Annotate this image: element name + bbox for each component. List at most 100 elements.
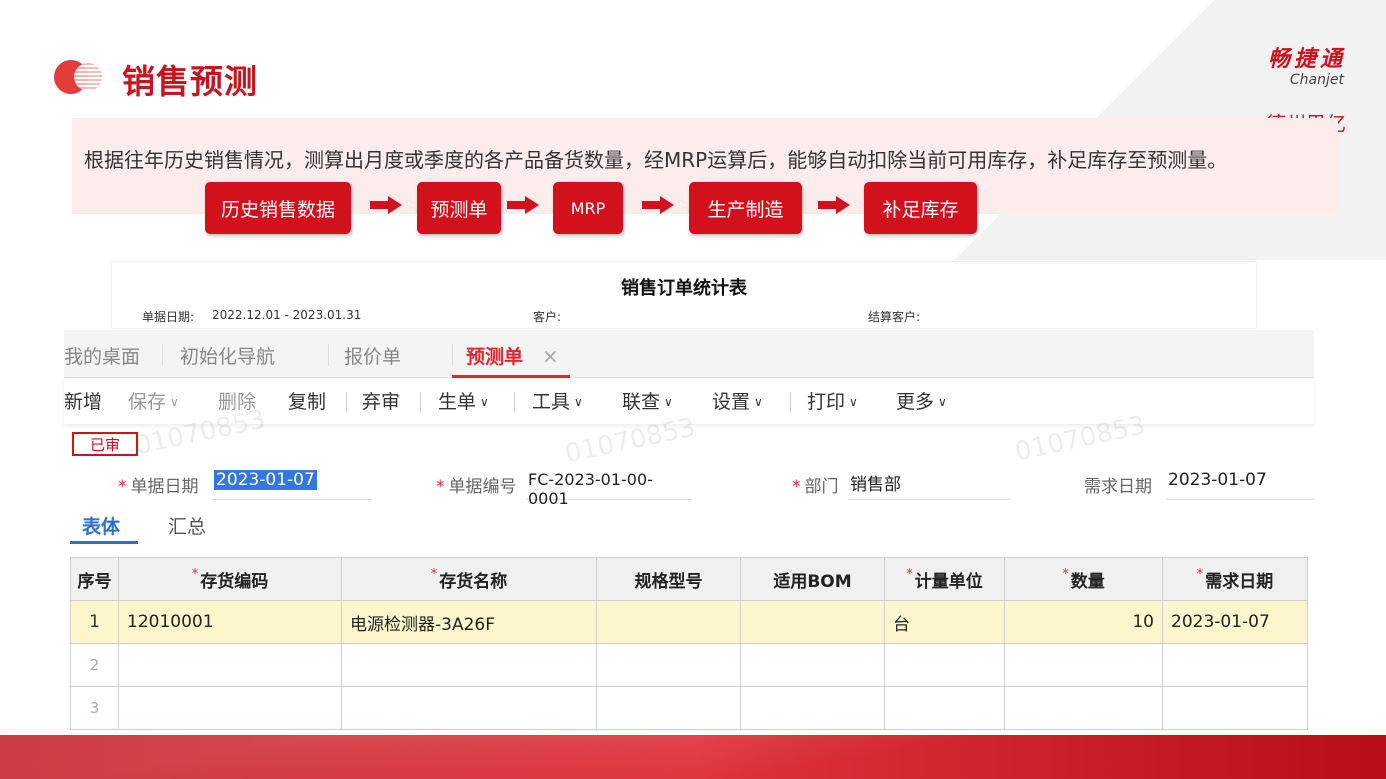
table-row[interactable]: 2 — [70, 643, 1308, 687]
cell-name[interactable] — [341, 643, 597, 687]
tab-divider — [328, 344, 329, 366]
cell-unit[interactable] — [884, 686, 1005, 730]
report-settle-customer-label: 结算客户: — [868, 310, 921, 324]
cell-qty[interactable] — [1004, 643, 1163, 687]
cell-code[interactable] — [118, 686, 342, 730]
cell-spec[interactable] — [596, 686, 741, 730]
column-header: 规格型号 — [596, 557, 741, 601]
chevron-down-icon: ∨ — [938, 395, 947, 409]
column-header: * 计量单位 — [884, 557, 1005, 601]
table-row[interactable]: 3 — [70, 686, 1308, 730]
cell-name[interactable]: 电源检测器-3A26F — [341, 600, 597, 644]
column-header: * 数量 — [1004, 557, 1163, 601]
doc-no-label-text: 单据编号 — [448, 477, 517, 497]
cell-code[interactable] — [118, 643, 342, 687]
cell-name[interactable] — [341, 686, 597, 730]
cell-qty[interactable] — [1004, 686, 1163, 730]
cell-spec[interactable] — [596, 643, 741, 687]
subtab-summary[interactable]: 汇总 — [168, 512, 206, 539]
column-header-text: 存货名称 — [439, 571, 508, 592]
toolbar-divider — [346, 392, 347, 412]
new-button[interactable]: 新增 — [64, 387, 102, 414]
cell-unit[interactable]: 台 — [884, 600, 1005, 644]
row-number: 3 — [70, 686, 119, 730]
column-header: * 存货编码 — [118, 557, 342, 601]
cell-code[interactable]: 12010001 — [118, 600, 342, 644]
dept-field[interactable]: 销售部 — [848, 470, 1010, 500]
delete-button[interactable]: 删除 — [218, 387, 256, 414]
print-label: 打印 — [807, 391, 846, 413]
cell-bom[interactable] — [740, 686, 885, 730]
table-row[interactable]: 1 12010001 电源检测器-3A26F 台 10 2023-01-07 — [70, 600, 1308, 644]
chevron-down-icon: ∨ — [849, 395, 858, 409]
row-number: 1 — [70, 600, 119, 644]
column-header: 适用BOM — [740, 557, 885, 601]
need-date-field[interactable]: 2023-01-07 — [1166, 470, 1314, 500]
required-marker: * — [118, 477, 127, 497]
cell-qty[interactable]: 10 — [1004, 600, 1163, 644]
print-button[interactable]: 打印 ∨ — [807, 387, 858, 414]
toolbar-divider — [514, 392, 515, 412]
cell-unit[interactable] — [884, 643, 1005, 687]
column-header-text: 需求日期 — [1205, 571, 1274, 592]
cell-bom[interactable] — [740, 643, 885, 687]
column-header: 序号 — [70, 557, 119, 601]
generate-button[interactable]: 生单 ∨ — [438, 387, 489, 414]
cell-spec[interactable] — [596, 600, 741, 644]
flow-step-replenish: 补足库存 — [864, 182, 977, 234]
toolbar-divider — [420, 392, 421, 412]
app-window: 我的桌面 初始化导航 报价单 预测单 × 新增 保存 ∨ 删除 复制 弃审 生单 ∨… — [64, 330, 1314, 735]
column-header-text: 计量单位 — [914, 571, 983, 592]
page-title: 销售预测 — [122, 62, 258, 101]
toolbar: 新增 保存 ∨ 删除 复制 弃审 生单 ∨ 工具 ∨ 联查 ∨ 设置 ∨ 打印 ∨ 更多 ∨ — [64, 378, 1314, 424]
report-title: 销售订单统计表 — [621, 278, 747, 299]
brand-logo: 畅捷通 Chanjet — [1267, 47, 1346, 89]
chevron-down-icon: ∨ — [574, 395, 583, 409]
tab-divider — [162, 344, 163, 366]
settings-label: 设置 — [712, 391, 751, 413]
save-label: 保存 — [128, 391, 167, 413]
tab-quotation[interactable]: 报价单 — [344, 342, 401, 369]
detail-table: 序号 * 存货编码 * 存货名称 规格型号 适用BOM * 计量单位 * 数量 * 需求日… — [70, 557, 1308, 730]
brand-name-en: Chanjet — [1289, 72, 1344, 88]
more-button[interactable]: 更多 ∨ — [896, 387, 947, 414]
tab-bar: 我的桌面 初始化导航 报价单 预测单 × — [64, 330, 1314, 378]
dept-label-text: 部门 — [804, 477, 839, 497]
toolbar-divider — [790, 392, 791, 412]
dept-label: * 部门 — [792, 472, 839, 497]
column-header: * 存货名称 — [341, 557, 597, 601]
tab-my-desktop[interactable]: 我的桌面 — [64, 342, 140, 369]
cell-date[interactable] — [1162, 643, 1308, 687]
tab-init-guide[interactable]: 初始化导航 — [180, 342, 275, 369]
need-date-label: 需求日期 — [1084, 477, 1152, 497]
cell-bom[interactable] — [740, 600, 885, 644]
unaudit-button[interactable]: 弃审 — [362, 387, 400, 414]
copy-button[interactable]: 复制 — [288, 387, 326, 414]
doc-date-field[interactable]: 2023-01-07 — [212, 470, 372, 500]
table-header-row: 序号 * 存货编码 * 存货名称 规格型号 适用BOM * 计量单位 * 数量 * 需求日… — [70, 557, 1308, 601]
column-header-text: 存货编码 — [200, 571, 269, 592]
cell-date[interactable]: 2023-01-07 — [1162, 600, 1308, 644]
save-button[interactable]: 保存 ∨ — [128, 387, 179, 414]
required-marker: * — [436, 477, 445, 497]
close-icon[interactable]: × — [542, 344, 559, 368]
brand-name-cn: 畅捷通 — [1267, 47, 1346, 72]
arrow-right-icon — [370, 196, 404, 214]
slide: 销售预测 畅捷通 Chanjet 德州思亿 根据往年历史销售情况，测算出月度或季… — [0, 0, 1386, 779]
query-button[interactable]: 联查 ∨ — [622, 387, 673, 414]
cell-date[interactable] — [1162, 686, 1308, 730]
chevron-down-icon: ∨ — [664, 395, 673, 409]
arrow-right-icon — [818, 196, 852, 214]
subtab-body[interactable]: 表体 — [82, 512, 120, 539]
doc-no-field[interactable]: FC-2023-01-00-0001 — [526, 470, 692, 508]
tools-label: 工具 — [532, 391, 571, 413]
title-bullet-icon — [54, 60, 104, 94]
tab-forecast[interactable]: 预测单 — [466, 342, 523, 369]
doc-no-label: * 单据编号 — [436, 472, 517, 497]
description-text: 根据往年历史销售情况，测算出月度或季度的各产品备货数量，经MRP运算后，能够自动… — [84, 148, 1228, 172]
more-label: 更多 — [896, 391, 935, 413]
tools-button[interactable]: 工具 ∨ — [532, 387, 583, 414]
settings-button[interactable]: 设置 ∨ — [712, 387, 763, 414]
chevron-down-icon: ∨ — [480, 395, 489, 409]
flow-step-forecast: 预测单 — [417, 182, 501, 234]
